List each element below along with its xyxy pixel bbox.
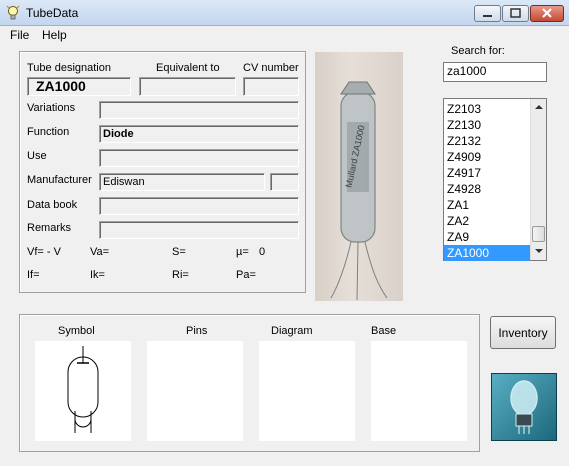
scroll-up-icon[interactable] [534,103,544,111]
list-item[interactable]: Z2130 [444,117,530,133]
list-item[interactable]: Z2132 [444,133,530,149]
list-item[interactable]: ZA9 [444,229,530,245]
tube-designation-field[interactable]: ZA1000 [27,77,131,96]
maximize-icon [510,8,521,18]
lightbulb-icon [6,5,20,20]
pins-panel [147,341,243,441]
symbol-label: Symbol [58,325,95,337]
ik-value: Ik= [90,269,105,281]
minimize-icon [483,15,492,17]
remarks-label: Remarks [27,222,72,234]
inventory-button[interactable]: Inventory [490,316,556,349]
va-value: Va= [90,246,110,258]
pa-value: Pa= [236,269,256,281]
manufacturer-label: Manufacturer [27,174,92,186]
mu-value: 0 [259,246,266,258]
list-item[interactable]: Z2103 [444,101,530,117]
function-label: Function [27,126,70,138]
tube-photo: Mullard ZA1000 [315,52,403,301]
search-label: Search for: [451,45,505,57]
menu-file[interactable]: File [10,28,29,42]
s-value: S= [172,246,186,258]
variations-label: Variations [27,102,76,114]
cv-number-label: CV number [243,62,299,74]
menu-help[interactable]: Help [42,28,67,42]
list-item-selected[interactable]: ZA1000 [444,245,530,261]
scroll-down-icon[interactable] [534,247,544,255]
list-item[interactable]: Z4909 [444,149,530,165]
minimize-button[interactable] [474,5,501,22]
tube-designation-label: Tube designation [27,62,111,74]
list-item[interactable]: ZA1 [444,197,530,213]
equivalent-field[interactable] [139,77,236,96]
base-label: Base [371,325,397,337]
close-icon [542,8,552,18]
diagram-panel [259,341,355,441]
base-panel [371,341,467,441]
maximize-button[interactable] [502,5,529,22]
search-input[interactable]: za1000 [443,62,547,82]
list-item[interactable]: ZA2 [444,213,530,229]
equivalent-label: Equivalent to [156,62,220,74]
cv-number-field[interactable] [243,77,299,96]
list-item[interactable]: Z4917 [444,165,530,181]
databook-field[interactable] [99,197,299,215]
function-field[interactable]: Diode [99,125,299,143]
if-value: If= [27,269,40,281]
vf-value: Vf= - V [27,246,61,258]
pins-label: Pins [186,325,208,337]
scroll-thumb[interactable] [532,226,545,242]
ri-value: Ri= [172,269,189,281]
use-label: Use [27,150,47,162]
databook-label: Data book [27,199,78,211]
manufacturer-extra-field[interactable] [270,173,299,191]
diagram-label: Diagram [271,325,313,337]
list-item[interactable]: Z4928 [444,181,530,197]
use-field[interactable] [99,149,299,167]
results-list[interactable]: Z2103 Z2130 Z2132 Z4909 Z4917 Z4928 ZA1 … [443,98,547,261]
diode-symbol-icon [67,346,99,433]
mu-label: µ= [236,246,249,258]
remarks-field[interactable] [99,221,299,239]
close-button[interactable] [530,5,564,22]
variations-field[interactable] [99,101,299,119]
symbol-panel [35,341,131,441]
menu-bar [0,26,569,44]
window-title: TubeData [26,6,79,20]
list-scrollbar[interactable] [530,99,546,260]
manufacturer-field[interactable]: Ediswan [99,173,265,191]
app-logo [491,373,557,441]
